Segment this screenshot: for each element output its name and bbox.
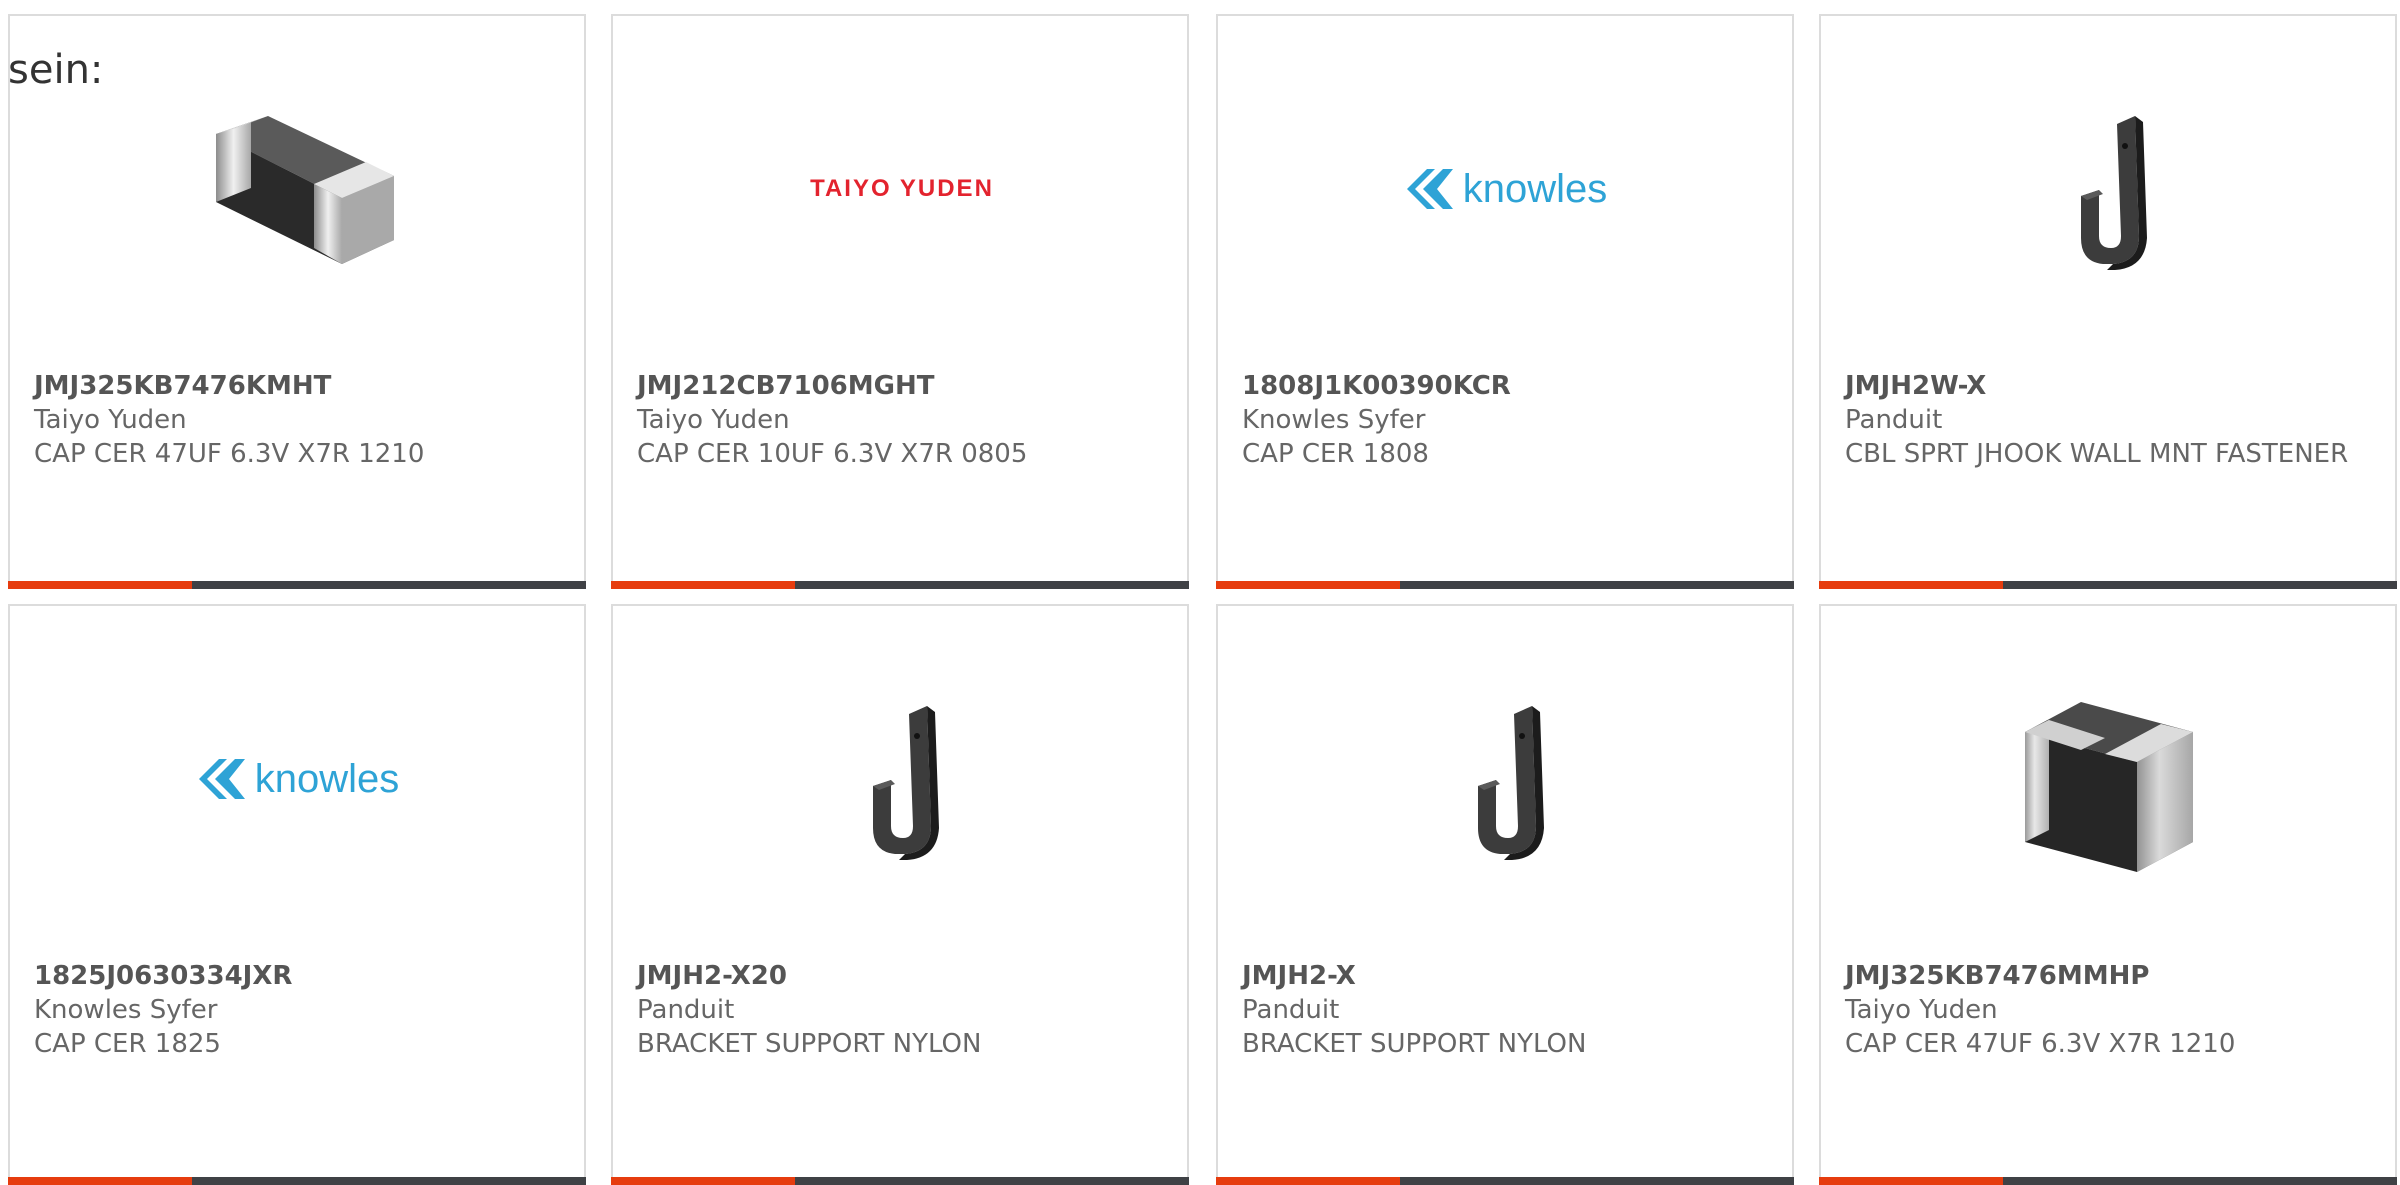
product-description: BRACKET SUPPORT NYLON: [637, 1029, 982, 1059]
logo-text: TAIYO YUDEN: [810, 175, 994, 202]
product-description: CAP CER 1808: [1242, 439, 1429, 469]
card-bottom-bar: [1216, 581, 1794, 589]
card-accent-bar: [611, 581, 795, 589]
product-description: CBL SPRT JHOOK WALL MNT FASTENER: [1845, 439, 2349, 469]
part-number[interactable]: 1808J1K00390KCR: [1242, 369, 1772, 403]
knowles-mark-icon: [1406, 169, 1453, 209]
product-card[interactable]: JMJ325KB7476KMHT Taiyo Yuden CAP CER 47U…: [8, 14, 586, 589]
product-card[interactable]: TAIYO YUDEN JMJ212CB7106MGHT Taiyo Yuden…: [611, 14, 1189, 589]
j-hook-image[interactable]: [2007, 86, 2213, 292]
j-hook-image[interactable]: [799, 676, 1005, 882]
part-number[interactable]: 1825J0630334JXR: [34, 959, 564, 993]
part-number[interactable]: JMJH2-X20: [637, 959, 1167, 993]
manufacturer-name: Taiyo Yuden: [34, 405, 187, 435]
card-accent-bar: [611, 1177, 795, 1185]
card-accent-bar: [8, 581, 192, 589]
manufacturer-name: Knowles Syfer: [34, 995, 218, 1025]
product-description: CAP CER 1825: [34, 1029, 221, 1059]
manufacturer-name: Taiyo Yuden: [637, 405, 790, 435]
card-bottom-bar: [8, 581, 586, 589]
card-bottom-bar: [611, 581, 1189, 589]
card-accent-bar: [1216, 1177, 1400, 1185]
card-bottom-bar: [1819, 581, 2397, 589]
part-number[interactable]: JMJ325KB7476MMHP: [1845, 959, 2375, 993]
logo-text: knowles: [1462, 166, 1608, 211]
product-card[interactable]: knowles 1825J0630334JXR Knowles Syfer CA…: [8, 604, 586, 1185]
product-description: CAP CER 47UF 6.3V X7R 1210: [34, 439, 425, 469]
card-accent-bar: [1819, 581, 2003, 589]
chip-capacitor-image[interactable]: [196, 86, 402, 292]
manufacturer-name: Knowles Syfer: [1242, 405, 1426, 435]
product-card[interactable]: JMJH2-X Panduit BRACKET SUPPORT NYLON: [1216, 604, 1794, 1185]
taiyo-yuden-logo[interactable]: TAIYO YUDEN: [799, 86, 1005, 292]
manufacturer-name: Panduit: [1242, 995, 1340, 1025]
part-number[interactable]: JMJ212CB7106MGHT: [637, 369, 1167, 403]
product-card[interactable]: knowles 1808J1K00390KCR Knowles Syfer CA…: [1216, 14, 1794, 589]
product-card[interactable]: JMJH2W-X Panduit CBL SPRT JHOOK WALL MNT…: [1819, 14, 2397, 589]
product-description: CAP CER 47UF 6.3V X7R 1210: [1845, 1029, 2236, 1059]
card-bottom-bar: [1216, 1177, 1794, 1185]
card-bottom-bar: [1819, 1177, 2397, 1185]
card-accent-bar: [1819, 1177, 2003, 1185]
part-number[interactable]: JMJH2W-X: [1845, 369, 2375, 403]
card-accent-bar: [1216, 581, 1400, 589]
product-card[interactable]: JMJH2-X20 Panduit BRACKET SUPPORT NYLON: [611, 604, 1189, 1185]
part-number[interactable]: JMJH2-X: [1242, 959, 1772, 993]
card-bottom-bar: [611, 1177, 1189, 1185]
intro-text: sein:: [8, 47, 104, 93]
product-grid: JMJ325KB7476KMHT Taiyo Yuden CAP CER 47U…: [0, 0, 2400, 1185]
knowles-mark-icon: [198, 759, 245, 799]
product-description: CAP CER 10UF 6.3V X7R 0805: [637, 439, 1028, 469]
manufacturer-name: Taiyo Yuden: [1845, 995, 1998, 1025]
card-bottom-bar: [8, 1177, 586, 1185]
manufacturer-name: Panduit: [637, 995, 735, 1025]
cube-capacitor-image[interactable]: [2007, 676, 2213, 882]
card-accent-bar: [8, 1177, 192, 1185]
part-number[interactable]: JMJ325KB7476KMHT: [34, 369, 564, 403]
product-card[interactable]: JMJ325KB7476MMHP Taiyo Yuden CAP CER 47U…: [1819, 604, 2397, 1185]
j-hook-image[interactable]: [1404, 676, 1610, 882]
logo-text: knowles: [254, 756, 400, 801]
product-description: BRACKET SUPPORT NYLON: [1242, 1029, 1587, 1059]
manufacturer-name: Panduit: [1845, 405, 1943, 435]
knowles-logo[interactable]: knowles: [1404, 86, 1610, 292]
knowles-logo[interactable]: knowles: [196, 676, 402, 882]
